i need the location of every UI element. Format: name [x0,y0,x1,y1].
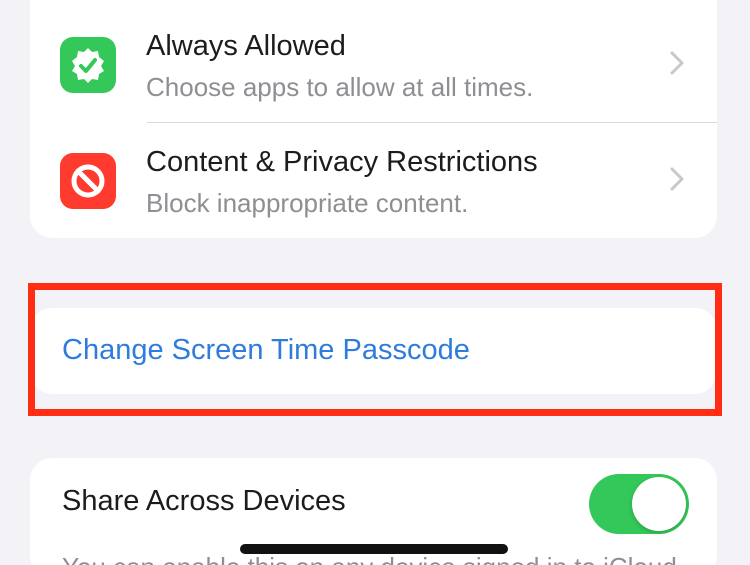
content-privacy-restrictions-row[interactable]: Content & Privacy Restrictions Block ina… [30,122,717,238]
toggle-knob [632,477,686,531]
always-allowed-title: Always Allowed [146,30,346,62]
checkmark-badge-icon [60,37,116,93]
content-privacy-subtitle: Block inappropriate content. [146,188,469,218]
always-allowed-subtitle: Choose apps to allow at all times. [146,72,534,102]
chevron-right-icon [670,167,684,191]
prohibited-icon [60,153,116,209]
screen-time-settings-screen: Always Allowed Choose apps to allow at a… [0,0,750,565]
settings-group-card: Always Allowed Choose apps to allow at a… [30,0,717,238]
chevron-right-icon [670,51,684,75]
content-privacy-title: Content & Privacy Restrictions [146,146,538,178]
share-across-devices-toggle[interactable] [589,474,689,534]
always-allowed-row[interactable]: Always Allowed Choose apps to allow at a… [30,6,717,122]
share-across-devices-label: Share Across Devices [62,485,346,517]
change-screen-time-passcode-button[interactable]: Change Screen Time Passcode [62,334,470,367]
home-indicator[interactable] [240,544,508,554]
change-passcode-card: Change Screen Time Passcode [30,308,717,394]
